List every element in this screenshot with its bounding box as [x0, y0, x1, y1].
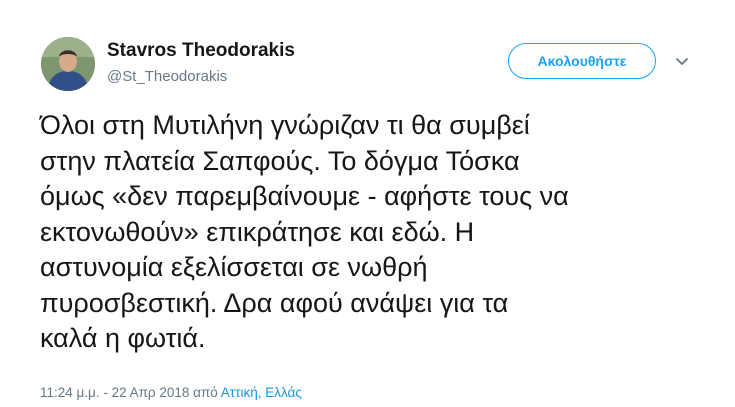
author-name[interactable]: Stavros Theodorakis	[107, 40, 295, 62]
avatar-image	[41, 37, 95, 91]
follow-button[interactable]: Ακολουθήστε	[508, 43, 656, 79]
avatar[interactable]	[41, 37, 95, 91]
tweet-metadata: 11:24 μ.μ. - 22 Απρ 2018 από Αττική, Ελλ…	[40, 385, 302, 400]
tweet-text: Όλοι στη Μυτιλήνη γνώριζαν τι θα συμβεί …	[40, 110, 569, 353]
author-handle[interactable]: @St_Theodorakis	[107, 68, 227, 85]
tweet-card: Stavros Theodorakis @St_Theodorakis Ακολ…	[0, 0, 735, 407]
tweet-location-link[interactable]: Αττική, Ελλάς	[221, 385, 302, 400]
tweet-timestamp[interactable]: 11:24 μ.μ. - 22 Απρ 2018 από	[40, 385, 221, 400]
chevron-down-icon[interactable]	[673, 52, 691, 70]
